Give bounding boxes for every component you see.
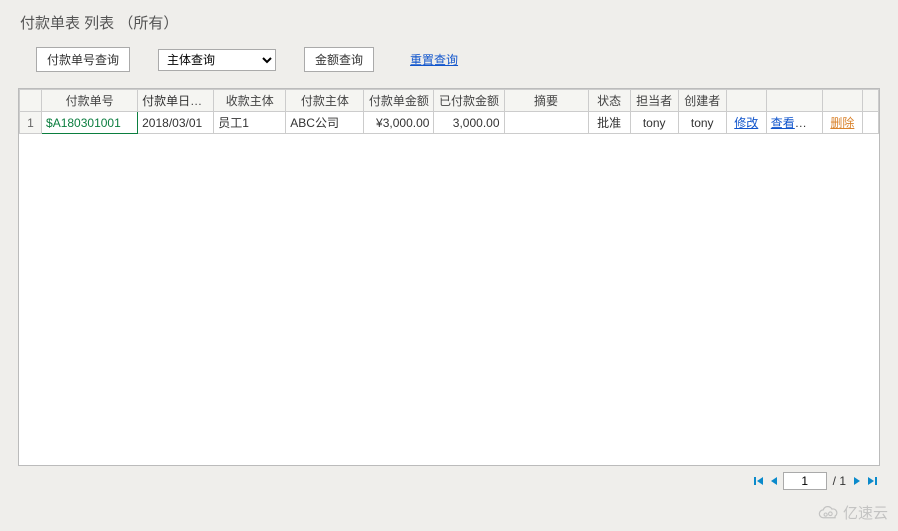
cell-spacer [862, 112, 878, 134]
col-owner[interactable]: 担当者 [630, 90, 678, 112]
col-doc-date[interactable]: 付款单日期 [138, 90, 214, 112]
cell-amount[interactable]: ¥3,000.00 [364, 112, 434, 134]
cell-print: 查看打印 [766, 112, 822, 134]
cell-creator[interactable]: tony [678, 112, 726, 134]
grid-container: 付款单号 付款单日期 收款主体 付款主体 付款单金额 已付款金额 摘要 状态 担… [18, 88, 880, 466]
delete-link[interactable]: 删除 [830, 116, 854, 130]
first-page-icon[interactable] [753, 475, 765, 487]
col-amount[interactable]: 付款单金额 [364, 90, 434, 112]
col-doc-no[interactable]: 付款单号 [42, 90, 138, 112]
cloud-icon [817, 505, 839, 521]
doc-no-query-button[interactable]: 付款单号查询 [36, 47, 130, 72]
cell-paid[interactable]: 3,000.00 [434, 112, 504, 134]
table-row[interactable]: 1 $A180301001 2018/03/01 员工1 ABC公司 ¥3,00… [20, 112, 879, 134]
prev-page-icon[interactable] [769, 475, 779, 487]
cell-status[interactable]: 批准 [588, 112, 630, 134]
select-all-corner[interactable] [20, 90, 42, 112]
header-row: 付款单号 付款单日期 收款主体 付款主体 付款单金额 已付款金额 摘要 状态 担… [20, 90, 879, 112]
cell-owner[interactable]: tony [630, 112, 678, 134]
page-total: / 1 [831, 474, 848, 488]
col-paid[interactable]: 已付款金额 [434, 90, 504, 112]
row-index: 1 [20, 112, 42, 134]
col-action-print [766, 90, 822, 112]
col-spacer [862, 90, 878, 112]
next-page-icon[interactable] [852, 475, 862, 487]
col-action-delete [822, 90, 862, 112]
col-action-edit [726, 90, 766, 112]
cell-payer[interactable]: ABC公司 [286, 112, 364, 134]
entity-query-select[interactable]: 主体查询 [158, 49, 276, 71]
col-creator[interactable]: 创建者 [678, 90, 726, 112]
watermark-text: 亿速云 [843, 502, 888, 523]
watermark: 亿速云 [817, 502, 888, 523]
page-title: 付款单表 列表 （所有） [0, 0, 898, 47]
cell-doc-no[interactable]: $A180301001 [42, 112, 138, 134]
cell-delete: 删除 [822, 112, 862, 134]
edit-link[interactable]: 修改 [734, 116, 758, 130]
col-status[interactable]: 状态 [588, 90, 630, 112]
pager: / 1 [0, 466, 898, 490]
reset-query-link[interactable]: 重置查询 [410, 51, 458, 68]
cell-edit: 修改 [726, 112, 766, 134]
view-print-link[interactable]: 查看打印 [771, 116, 819, 130]
col-payer[interactable]: 付款主体 [286, 90, 364, 112]
cell-payee[interactable]: 员工1 [214, 112, 286, 134]
amount-query-button[interactable]: 金额查询 [304, 47, 374, 72]
last-page-icon[interactable] [866, 475, 878, 487]
cell-doc-date[interactable]: 2018/03/01 [138, 112, 214, 134]
page-input[interactable] [783, 472, 827, 490]
col-payee[interactable]: 收款主体 [214, 90, 286, 112]
cell-summary[interactable] [504, 112, 588, 134]
grid-table: 付款单号 付款单日期 收款主体 付款主体 付款单金额 已付款金额 摘要 状态 担… [19, 89, 879, 134]
col-summary[interactable]: 摘要 [504, 90, 588, 112]
filter-bar: 付款单号查询 主体查询 金额查询 重置查询 [0, 47, 898, 88]
